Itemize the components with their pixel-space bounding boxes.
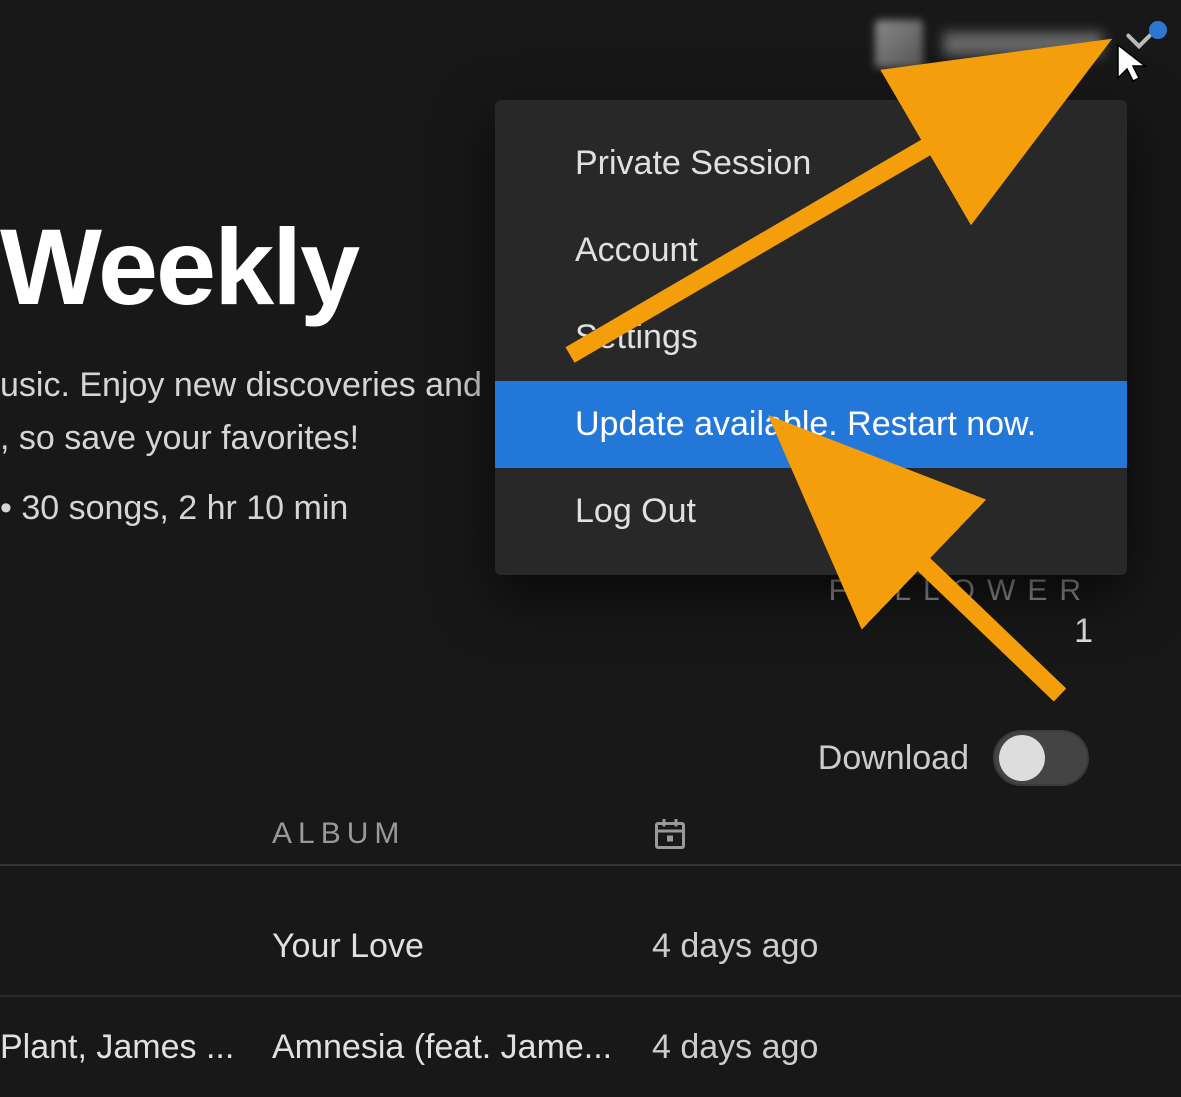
- column-album[interactable]: ALBUM: [272, 817, 405, 851]
- avatar[interactable]: [875, 20, 923, 68]
- desc-line-2: , so save your favorites!: [0, 419, 359, 457]
- follower-label: FOLLOWER: [829, 574, 1093, 608]
- cell-album: Amnesia (feat. Jame...: [272, 1028, 642, 1067]
- toggle-knob: [999, 735, 1045, 781]
- playlist-hero: Weekly usic. Enjoy new discoveries and ,…: [0, 210, 482, 528]
- menu-item-log-out[interactable]: Log Out: [495, 468, 1127, 555]
- menu-item-account[interactable]: Account: [495, 207, 1127, 294]
- menu-item-update-restart[interactable]: Update available. Restart now.: [495, 381, 1127, 468]
- follower-block: FOLLOWER 1: [829, 574, 1093, 651]
- username-obscured: [943, 32, 1103, 56]
- notification-dot: [1149, 21, 1167, 39]
- playlist-description: usic. Enjoy new discoveries and , so sav…: [0, 359, 482, 464]
- playlist-meta: • 30 songs, 2 hr 10 min: [0, 489, 482, 528]
- cell-artist: Plant, James ...: [0, 1028, 270, 1067]
- download-toggle[interactable]: [993, 730, 1089, 786]
- calendar-icon[interactable]: [652, 816, 688, 852]
- desc-line-1: usic. Enjoy new discoveries and: [0, 366, 482, 404]
- follower-count: 1: [829, 612, 1093, 651]
- track-table-header: ALBUM: [0, 834, 1181, 866]
- table-row[interactable]: Your Love 4 days ago: [0, 897, 1181, 997]
- menu-item-settings[interactable]: Settings: [495, 294, 1127, 381]
- download-label: Download: [818, 739, 969, 778]
- table-row[interactable]: Plant, James ... Amnesia (feat. Jame... …: [0, 997, 1181, 1097]
- cell-date: 4 days ago: [652, 1028, 818, 1067]
- user-header: [875, 20, 1161, 68]
- menu-item-private-session[interactable]: Private Session: [495, 120, 1127, 207]
- user-menu-toggle[interactable]: [1123, 25, 1161, 63]
- user-dropdown-menu: Private Session Account Settings Update …: [495, 100, 1127, 575]
- page-title: Weekly: [0, 210, 482, 323]
- cell-date: 4 days ago: [652, 927, 818, 966]
- download-row: Download: [818, 730, 1089, 786]
- cell-album: Your Love: [272, 927, 642, 966]
